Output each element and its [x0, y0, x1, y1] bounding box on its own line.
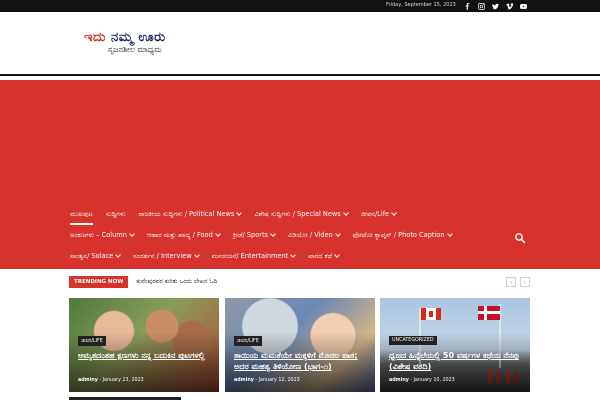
- site-logo[interactable]: ಇದು ನಮ್ಮ ಊರು ಸೃಜನಶೀಲ ಮಾಧ್ಯಮ: [84, 30, 204, 58]
- nav-item[interactable]: ವಿಶೇಷ ಸುದ್ದಿಗಳು / Special News: [254, 209, 349, 219]
- nav-item-label: ಸಂದರ್ಶನ / Interview: [133, 251, 192, 260]
- nav-item[interactable]: ವಾರದ ಕಥೆ: [308, 251, 340, 261]
- main-nav-row-2: ಅಂಕಣಗಳು – Column ಆಹಾರ ಮತ್ತು ಖಾದ್ಯ / Food ಕ…: [70, 225, 465, 245]
- main-nav-row-1: ಮುಖಪುಟ ಸುದ್ದಿಗಳು ರಾಜಕೀಯ ಸುದ್ದಿಗಳು / Politi…: [70, 204, 409, 225]
- site-header: ಇದು ನಮ್ಮ ಊರು ಸೃಜನಶೀಲ ಮಾಧ್ಯಮ: [0, 12, 600, 76]
- nav-item[interactable]: ಫೋಟೋ ಕ್ಯಾಪ್ಶನ್ / Photo Caption: [352, 230, 453, 240]
- search-icon[interactable]: [514, 229, 526, 244]
- chevron-down-icon: [391, 210, 397, 216]
- nav-item[interactable]: ಸಾಂತ್ವನ/ Solace: [70, 251, 122, 261]
- chevron-down-icon: [446, 231, 453, 237]
- twitter-icon[interactable]: [490, 1, 500, 11]
- card-title[interactable]: ತಾಯಿಯ ಮಮತೆಯೇ ಮಕ್ಕಳಿಗೆ ಮೊದಲ ಪಾಠ; ಅದರ ಮಹತ್…: [234, 350, 368, 372]
- nav-item[interactable]: ಕ್ರೀಡೆ/ Sports: [232, 230, 276, 240]
- top-bar: Friday, September 15, 2023: [0, 0, 600, 12]
- nav-item-label: ಸಾಂತ್ವನ/ Solace: [70, 251, 114, 260]
- nav-item[interactable]: ವಿಡಿಯೋ / Video: [287, 230, 341, 240]
- trending-headline[interactable]: ಕುವೆಂಪುರವರ ಕುರಿತು ಒಂದು ಲೇಖನ ಓದಿ: [136, 278, 217, 286]
- chevron-down-icon: [342, 210, 349, 216]
- trending-next-button[interactable]: ›: [520, 277, 530, 287]
- nav-item-label: ವಿಡಿಯೋ / Video: [287, 230, 333, 239]
- chevron-down-icon: [129, 231, 135, 237]
- card-category[interactable]: ಜೀವನ/LIFE: [234, 336, 262, 346]
- nav-item[interactable]: ಜೀವನ/Life: [360, 209, 397, 219]
- nav-item[interactable]: ಅಂಕಣಗಳು – Column: [70, 230, 135, 240]
- facebook-icon[interactable]: [462, 1, 472, 11]
- logo-tagline: ಸೃಜನಶೀಲ ಮಾಧ್ಯಮ: [108, 45, 162, 54]
- nav-item-label: ಅಂಕಣಗಳು – Column: [70, 230, 127, 239]
- card-title[interactable]: ಅಮೃತದಂತಹ ಕ್ಷಣಗಳು ನನ್ನ ಬದುಕಿನ ಪುಟಗಳಲ್ಲಿ: [78, 350, 212, 361]
- nav-item-label: ರಾಜಕೀಯ ಸುದ್ದಿಗಳು / Political News: [138, 209, 235, 218]
- trending-badge: TRENDING NOW: [69, 276, 129, 288]
- nav-item-label: ಆಹಾರ ಮತ್ತು ಖಾದ್ಯ / Food: [146, 230, 213, 239]
- chevron-down-icon: [334, 231, 341, 237]
- nav-item[interactable]: ಸುದ್ದಿಗಳು: [106, 210, 126, 219]
- nav-item-label: ಫೋಟೋ ಕ್ಯಾಪ್ಶನ್ / Photo Caption: [352, 230, 445, 239]
- chevron-down-icon: [290, 252, 297, 258]
- nav-item[interactable]: ಮನರಂಜನೆ/ Entertainment: [211, 251, 297, 261]
- featured-card-2[interactable]: ಜೀವನ/LIFE ತಾಯಿಯ ಮಮತೆಯೇ ಮಕ್ಕಳಿಗೆ ಮೊದಲ ಪಾಠ…: [225, 298, 375, 392]
- card-meta: adminy - January 23, 2023: [78, 378, 144, 383]
- trending-bar: TRENDING NOW ಕುವೆಂಪುರವರ ಕುರಿತು ಒಂದು ಲೇಖನ…: [69, 276, 217, 288]
- nav-item-label: ಮನರಂಜನೆ/ Entertainment: [211, 251, 289, 260]
- youtube-icon[interactable]: [518, 1, 528, 11]
- chevron-down-icon: [115, 252, 122, 258]
- vimeo-icon[interactable]: [504, 1, 514, 11]
- trending-prev-button[interactable]: ‹: [506, 277, 516, 287]
- chevron-down-icon: [193, 252, 200, 258]
- chevron-down-icon: [334, 252, 340, 258]
- nav-item-label: ಮುಖಪುಟ: [70, 209, 93, 218]
- chevron-down-icon: [270, 231, 276, 237]
- logo-title: ಇದು ನಮ್ಮ ಊರು: [84, 30, 166, 45]
- card-category[interactable]: UNCATEGORIZED: [389, 336, 437, 345]
- card-category[interactable]: ಜೀವನ/LIFE: [78, 336, 106, 346]
- nav-item-label: ಕ್ರೀಡೆ/ Sports: [232, 230, 268, 239]
- chevron-down-icon: [236, 210, 243, 216]
- nav-item-label: ಜೀವನ/Life: [360, 209, 390, 218]
- card-meta: adminy - January 10, 2023: [389, 378, 455, 383]
- nav-item[interactable]: ಮುಖಪುಟ: [70, 210, 93, 225]
- chevron-down-icon: [214, 231, 221, 237]
- nav-item[interactable]: ಆಹಾರ ಮತ್ತು ಖಾದ್ಯ / Food: [146, 230, 221, 240]
- main-nav-row-3: ಸಾಂತ್ವನ/ Solace ಸಂದರ್ಶನ / Interview ಮನರಂಜನ…: [70, 246, 352, 266]
- nav-item[interactable]: ರಾಜಕೀಯ ಸುದ್ದಿಗಳು / Political News: [138, 209, 243, 219]
- nav-item-label: ವಾರದ ಕಥೆ: [308, 251, 333, 260]
- featured-card-3[interactable]: UNCATEGORIZED ಧ್ವಜದ ಹಿನ್ನೆಲೆಯಲ್ಲಿ 50 ವರ್…: [380, 298, 530, 392]
- featured-card-1[interactable]: ಜೀವನ/LIFE ಅಮೃತದಂತಹ ಕ್ಷಣಗಳು ನನ್ನ ಬದುಕಿನ ಪ…: [69, 298, 219, 392]
- instagram-icon[interactable]: [476, 1, 486, 11]
- card-meta: adminy - January 12, 2023: [234, 378, 300, 383]
- nav-item-label: ಸುದ್ದಿಗಳು: [105, 209, 126, 218]
- card-title[interactable]: ಧ್ವಜದ ಹಿನ್ನೆಲೆಯಲ್ಲಿ 50 ವರ್ಷಗಳ ಕಥೆಯ ನೆನಪು…: [389, 350, 523, 372]
- current-date: Friday, September 15, 2023: [386, 2, 456, 8]
- nav-item-label: ವಿಶೇಷ ಸುದ್ದಿಗಳು / Special News: [254, 209, 341, 218]
- nav-item[interactable]: ಸಂದರ್ಶನ / Interview: [133, 251, 200, 261]
